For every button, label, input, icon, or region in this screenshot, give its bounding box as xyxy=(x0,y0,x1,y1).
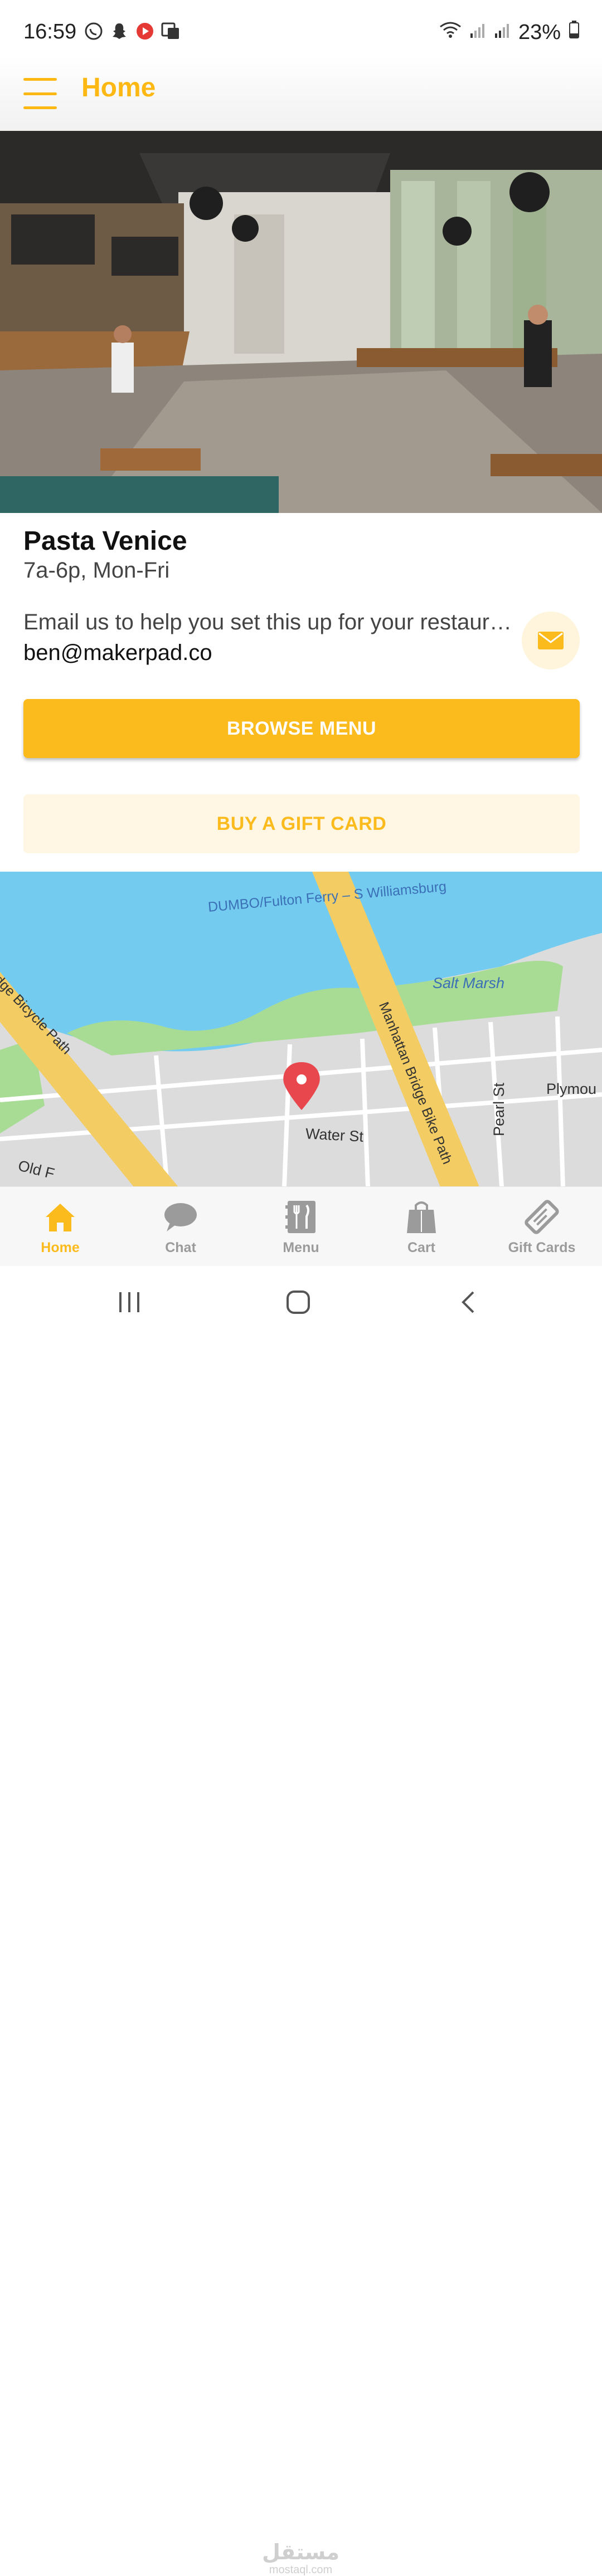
signal-icon xyxy=(494,21,511,45)
back-button[interactable] xyxy=(446,1283,491,1322)
bottom-navigation: Home Chat Menu Cart Gift Cards xyxy=(0,1186,602,1267)
gift-card-button[interactable]: BUY A GIFT CARD xyxy=(23,794,580,853)
menu-book-icon xyxy=(281,1197,321,1236)
battery-percent: 23% xyxy=(518,20,561,44)
nav-home[interactable]: Home xyxy=(0,1187,120,1267)
watermark: مستقل mostaql.com xyxy=(262,2541,339,2576)
snapchat-icon xyxy=(109,21,129,41)
page-title: Home xyxy=(81,73,156,102)
restaurant-name: Pasta Venice xyxy=(23,526,187,556)
home-icon xyxy=(41,1197,80,1236)
recent-apps-icon xyxy=(119,1292,139,1312)
gift-card-icon xyxy=(522,1197,561,1236)
signal-icon xyxy=(469,21,486,45)
whatsapp-icon xyxy=(84,21,104,41)
wifi-icon xyxy=(439,21,462,45)
battery-icon xyxy=(569,20,580,45)
system-status: 23% xyxy=(439,20,580,45)
mail-icon xyxy=(538,632,564,649)
system-navigation: مستقل mostaql.com xyxy=(0,1266,602,2576)
nav-gift-cards[interactable]: Gift Cards xyxy=(482,1187,602,1267)
map-label-water-st: Water St xyxy=(305,1125,364,1145)
status-time: 16:59 xyxy=(23,20,77,43)
nav-menu[interactable]: Menu xyxy=(241,1187,361,1267)
nav-menu-label: Menu xyxy=(283,1240,319,1255)
menu-icon[interactable] xyxy=(23,78,57,109)
map-label-pearl-st: Pearl St xyxy=(491,1082,507,1136)
email-button[interactable] xyxy=(522,612,580,669)
youtube-icon xyxy=(135,21,155,41)
nav-home-label: Home xyxy=(41,1240,80,1255)
map-label-plymouth: Plymou xyxy=(546,1081,597,1097)
browse-menu-button[interactable]: BROWSE MENU xyxy=(23,699,580,758)
location-map[interactable]: DUMBO/Fulton Ferry – S Williamsburg Salt… xyxy=(0,872,602,1187)
nav-cart-label: Cart xyxy=(407,1240,435,1255)
watermark-latin: mostaql.com xyxy=(269,2564,333,2576)
status-bar: 16:59 23% xyxy=(0,0,602,56)
restaurant-hours: 7a-6p, Mon-Fri xyxy=(23,558,170,583)
nav-chat-label: Chat xyxy=(165,1240,196,1255)
nav-gift-cards-label: Gift Cards xyxy=(508,1240,576,1255)
shopping-bag-icon xyxy=(402,1197,441,1236)
recent-apps-button[interactable] xyxy=(107,1283,152,1322)
home-circle-icon xyxy=(287,1291,310,1314)
nav-chat[interactable]: Chat xyxy=(120,1187,241,1267)
chat-icon xyxy=(161,1197,200,1236)
watermark-arabic: مستقل xyxy=(262,2541,339,2564)
back-icon xyxy=(462,1291,474,1313)
restaurant-photo xyxy=(0,131,602,513)
nav-cart[interactable]: Cart xyxy=(361,1187,482,1267)
translate-icon xyxy=(161,21,181,41)
notification-icons xyxy=(84,21,181,41)
map-label-salt-marsh: Salt Marsh xyxy=(433,975,505,991)
email-address[interactable]: ben@makerpad.co xyxy=(23,641,212,666)
email-prompt: Email us to help you set this up for you… xyxy=(23,610,514,634)
app-bar: Home xyxy=(0,56,602,131)
home-button[interactable] xyxy=(276,1283,321,1322)
